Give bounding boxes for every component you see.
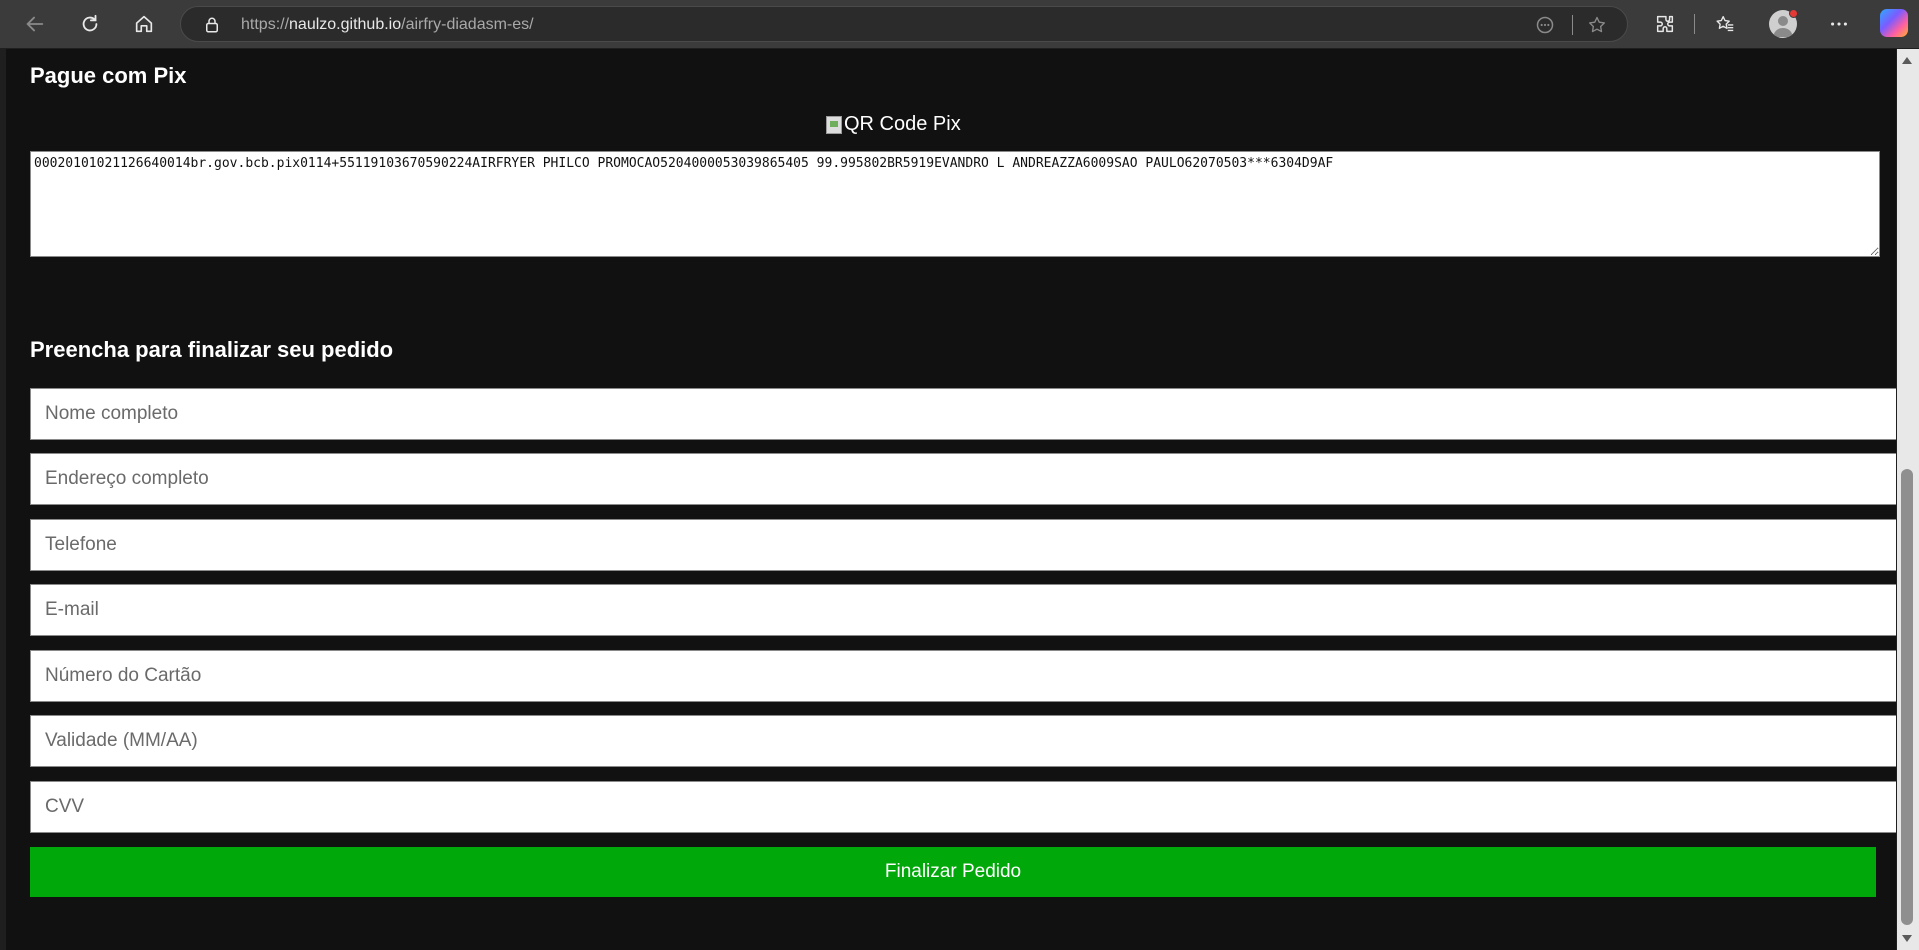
pix-section-title: Pague com Pix bbox=[30, 63, 187, 88]
finalize-order-button[interactable]: Finalizar Pedido bbox=[30, 847, 1876, 897]
url-text[interactable]: https://naulzo.github.io/airfry-diadasm-… bbox=[241, 16, 534, 34]
expiry-field[interactable] bbox=[30, 715, 1896, 767]
lock-icon[interactable] bbox=[203, 16, 221, 34]
full-address-field[interactable] bbox=[30, 453, 1896, 505]
reader-icon[interactable] bbox=[1535, 15, 1555, 35]
scroll-down-arrow-icon[interactable] bbox=[1902, 935, 1912, 942]
address-separator bbox=[1572, 15, 1573, 35]
back-icon[interactable] bbox=[21, 10, 49, 38]
copilot-icon[interactable] bbox=[1880, 9, 1908, 37]
phone-field[interactable] bbox=[30, 519, 1896, 571]
scrollbar-thumb[interactable] bbox=[1901, 469, 1913, 925]
qr-code-image: QR Code Pix bbox=[826, 113, 961, 136]
broken-image-icon bbox=[826, 115, 842, 134]
favorite-star-icon[interactable] bbox=[1587, 15, 1607, 35]
page-scrollbar[interactable] bbox=[1897, 49, 1919, 950]
pix-code-textarea[interactable]: 00020101021126640014br.gov.bcb.pix0114+5… bbox=[30, 151, 1880, 257]
more-icon[interactable] bbox=[1825, 10, 1853, 38]
favorites-icon[interactable] bbox=[1711, 10, 1739, 38]
card-number-field[interactable] bbox=[30, 650, 1896, 702]
qr-code-alt-text: QR Code Pix bbox=[844, 113, 961, 135]
toolbar-separator bbox=[1694, 14, 1695, 34]
cvv-field[interactable] bbox=[30, 781, 1896, 833]
extensions-icon[interactable] bbox=[1651, 10, 1679, 38]
browser-toolbar: https://naulzo.github.io/airfry-diadasm-… bbox=[0, 0, 1919, 48]
notification-dot bbox=[1789, 9, 1798, 18]
home-icon[interactable] bbox=[130, 10, 158, 38]
scroll-up-arrow-icon[interactable] bbox=[1902, 57, 1912, 64]
refresh-icon[interactable] bbox=[76, 10, 104, 38]
email-field[interactable] bbox=[30, 584, 1896, 636]
full-name-field[interactable] bbox=[30, 388, 1896, 440]
address-bar[interactable]: https://naulzo.github.io/airfry-diadasm-… bbox=[180, 6, 1628, 42]
form-title: Preencha para finalizar seu pedido bbox=[30, 337, 394, 362]
page-viewport: Pague com Pix QR Code Pix 00020101021126… bbox=[6, 49, 1896, 950]
